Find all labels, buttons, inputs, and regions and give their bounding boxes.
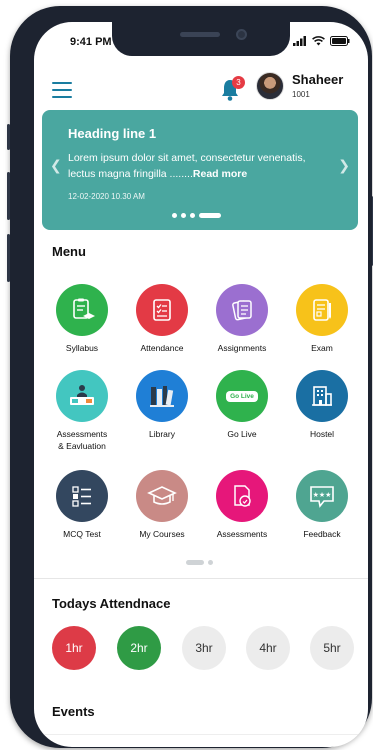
carousel-dot[interactable] bbox=[190, 213, 195, 218]
divider bbox=[34, 734, 368, 735]
wifi-icon bbox=[312, 36, 325, 46]
menu-icon-circle: ★★★ bbox=[296, 470, 348, 522]
library-icon bbox=[150, 386, 174, 407]
status-time: 9:41 PM bbox=[70, 36, 112, 48]
menu-item-feedback[interactable]: ★★★ Feedback bbox=[282, 470, 362, 540]
menu-label: Feedback bbox=[303, 529, 341, 539]
menu-item-assessments[interactable]: Assessments bbox=[202, 470, 282, 540]
menu-item-go-live[interactable]: Go Live Go Live bbox=[202, 370, 282, 440]
volume-down-button bbox=[7, 234, 10, 282]
status-icons bbox=[293, 36, 350, 46]
volume-up-button bbox=[7, 172, 10, 220]
notch bbox=[112, 22, 290, 56]
menu-label: Assignments bbox=[217, 343, 267, 353]
menu-icon-circle: Go Live bbox=[216, 370, 268, 422]
read-more-link[interactable]: Read more bbox=[193, 168, 247, 180]
hour-1[interactable]: 1hr bbox=[52, 626, 96, 670]
assignments-icon bbox=[232, 300, 252, 321]
menu-title: Menu bbox=[52, 244, 86, 259]
menu-label: Exam bbox=[311, 343, 333, 353]
front-camera bbox=[236, 29, 247, 40]
menu-pager bbox=[186, 560, 213, 565]
hamburger-menu-icon[interactable] bbox=[52, 82, 72, 98]
attendance-icon bbox=[153, 299, 171, 321]
menu-icon-circle bbox=[296, 370, 348, 422]
menu-item-hostel[interactable]: Hostel bbox=[282, 370, 362, 440]
menu-label: Assessments & Eavluation bbox=[56, 429, 108, 451]
events-title: Events bbox=[52, 704, 95, 719]
menu-label: My Courses bbox=[139, 529, 185, 539]
hostel-icon bbox=[312, 386, 332, 406]
menu-item-assessments-evaluation[interactable]: Assessments & Eavluation bbox=[42, 370, 122, 452]
assessments-evaluation-icon bbox=[70, 385, 94, 405]
menu-item-assignments[interactable]: Assignments bbox=[202, 284, 282, 354]
menu-icon-circle bbox=[296, 284, 348, 336]
mcq-test-icon bbox=[72, 486, 91, 507]
menu-icon-circle bbox=[136, 470, 188, 522]
menu-label: Hostel bbox=[309, 429, 335, 439]
user-id: 1001 bbox=[292, 90, 310, 99]
syllabus-icon bbox=[73, 298, 95, 319]
menu-item-attendance[interactable]: Attendance bbox=[122, 284, 202, 354]
menu-icon-circle bbox=[136, 370, 188, 422]
svg-text:★★★: ★★★ bbox=[313, 491, 332, 499]
menu-item-library[interactable]: Library bbox=[122, 370, 202, 440]
signal-icon bbox=[293, 36, 306, 46]
pager-dot[interactable] bbox=[208, 560, 213, 565]
assessments-icon bbox=[234, 485, 251, 507]
divider bbox=[34, 578, 368, 579]
menu-icon-circle bbox=[136, 284, 188, 336]
menu-icon-circle bbox=[216, 470, 268, 522]
carousel-dot[interactable] bbox=[172, 213, 177, 218]
banner-text: Lorem ipsum dolor sit amet, consectetur … bbox=[68, 150, 328, 182]
banner-body: Lorem ipsum dolor sit amet, consectetur … bbox=[68, 152, 306, 180]
hour-5[interactable]: 5hr bbox=[310, 626, 354, 670]
go-live-icon: Go Live bbox=[226, 390, 258, 402]
carousel-dot-active[interactable] bbox=[199, 213, 221, 218]
menu-label: Attendance bbox=[140, 343, 184, 353]
menu-label: Library bbox=[149, 429, 175, 439]
menu-icon-circle bbox=[216, 284, 268, 336]
menu-icon-circle bbox=[56, 470, 108, 522]
menu-icon-circle bbox=[56, 284, 108, 336]
feedback-icon: ★★★ bbox=[310, 486, 334, 508]
banner-prev-icon[interactable]: ❮ bbox=[50, 158, 62, 174]
pager-dot-active[interactable] bbox=[186, 560, 204, 565]
carousel-dots bbox=[172, 213, 221, 218]
menu-label: Go Live bbox=[227, 429, 257, 439]
avatar[interactable] bbox=[256, 72, 284, 100]
menu-item-syllabus[interactable]: Syllabus bbox=[42, 284, 122, 354]
menu-item-my-courses[interactable]: My Courses bbox=[122, 470, 202, 540]
menu-label: Assessments bbox=[216, 529, 268, 539]
menu-item-mcq-test[interactable]: MCQ Test bbox=[42, 470, 122, 540]
carousel-dot[interactable] bbox=[181, 213, 186, 218]
banner-title: Heading line 1 bbox=[68, 126, 157, 141]
menu-item-exam[interactable]: Exam bbox=[282, 284, 362, 354]
hour-2[interactable]: 2hr bbox=[117, 626, 161, 670]
my-courses-icon bbox=[147, 486, 177, 505]
news-banner[interactable]: ❮ ❯ Heading line 1 Lorem ipsum dolor sit… bbox=[42, 110, 358, 230]
phone-frame: 9:41 PM 3 Shaheer 1001 ❮ ❯ Heading line … bbox=[7, 6, 373, 748]
menu-label: Syllabus bbox=[65, 343, 99, 353]
screen: 9:41 PM 3 Shaheer 1001 ❮ ❯ Heading line … bbox=[34, 22, 368, 747]
banner-date: 12-02-2020 10.30 AM bbox=[68, 192, 145, 201]
go-live-badge: Go Live bbox=[230, 392, 254, 400]
mute-switch bbox=[7, 124, 10, 150]
menu-label: MCQ Test bbox=[63, 529, 101, 539]
hour-4[interactable]: 4hr bbox=[246, 626, 290, 670]
attendance-title: Todays Attendnace bbox=[52, 596, 171, 611]
hour-3[interactable]: 3hr bbox=[182, 626, 226, 670]
exam-icon bbox=[313, 299, 331, 321]
battery-icon bbox=[330, 36, 350, 46]
speaker bbox=[180, 32, 220, 37]
notification-badge: 3 bbox=[232, 76, 245, 89]
banner-next-icon[interactable]: ❯ bbox=[338, 158, 350, 174]
user-name: Shaheer bbox=[292, 72, 344, 87]
menu-icon-circle bbox=[56, 370, 108, 422]
